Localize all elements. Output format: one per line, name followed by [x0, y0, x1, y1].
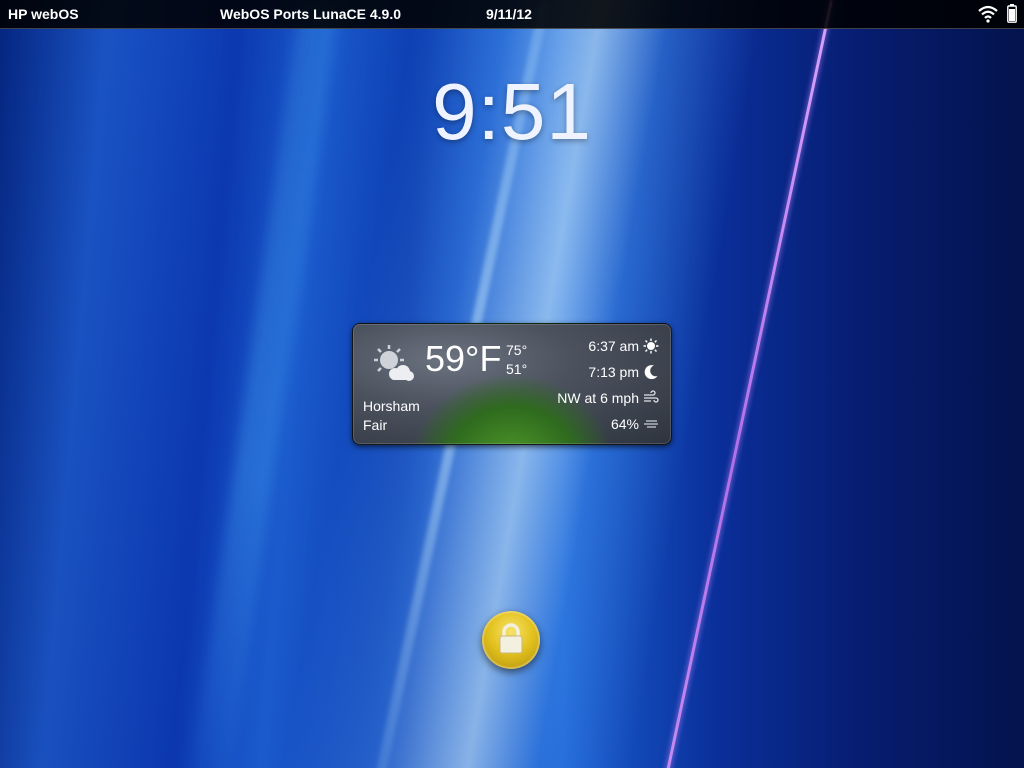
moon-icon — [644, 365, 658, 380]
humidity-icon — [644, 420, 658, 428]
high-temperature: 75° — [506, 342, 528, 358]
sunrise-time: 6:37 am — [588, 338, 639, 354]
lock-icon — [499, 623, 523, 654]
low-temperature: 51° — [506, 361, 528, 377]
humidity-row: 64% — [611, 416, 659, 432]
lock-screen-clock: 9:51 — [432, 67, 592, 156]
sunrise-row: 6:37 am — [588, 338, 659, 354]
partly-cloudy-icon — [374, 345, 414, 381]
sunset-time: 7:13 pm — [588, 364, 639, 380]
carrier-title[interactable]: HP webOS — [8, 6, 79, 22]
battery-icon[interactable] — [1007, 4, 1017, 23]
sunset-row: 7:13 pm — [588, 364, 659, 380]
humidity-value: 64% — [610, 416, 639, 432]
weather-widget[interactable]: 59°F 75° 51° Horsham Fair 6:37 am 7:13 p… — [352, 323, 672, 445]
lock-screen: HP webOS WebOS Ports LunaCE 4.9.0 9/11/1… — [0, 0, 1024, 768]
wind-info: NW at 6 mph — [557, 390, 639, 406]
weather-condition: Fair — [363, 417, 388, 433]
weather-city: Horsham — [363, 398, 420, 414]
wind-icon — [644, 390, 659, 403]
unlock-button[interactable] — [482, 611, 540, 669]
wind-row: NW at 6 mph — [557, 390, 659, 406]
wifi-icon[interactable] — [978, 5, 998, 23]
status-date[interactable]: 9/11/12 — [486, 6, 532, 22]
current-temperature: 59°F — [425, 338, 502, 379]
sun-icon — [643, 338, 659, 354]
app-title[interactable]: WebOS Ports LunaCE 4.9.0 — [220, 6, 401, 22]
status-bar: HP webOS WebOS Ports LunaCE 4.9.0 9/11/1… — [0, 0, 1024, 29]
